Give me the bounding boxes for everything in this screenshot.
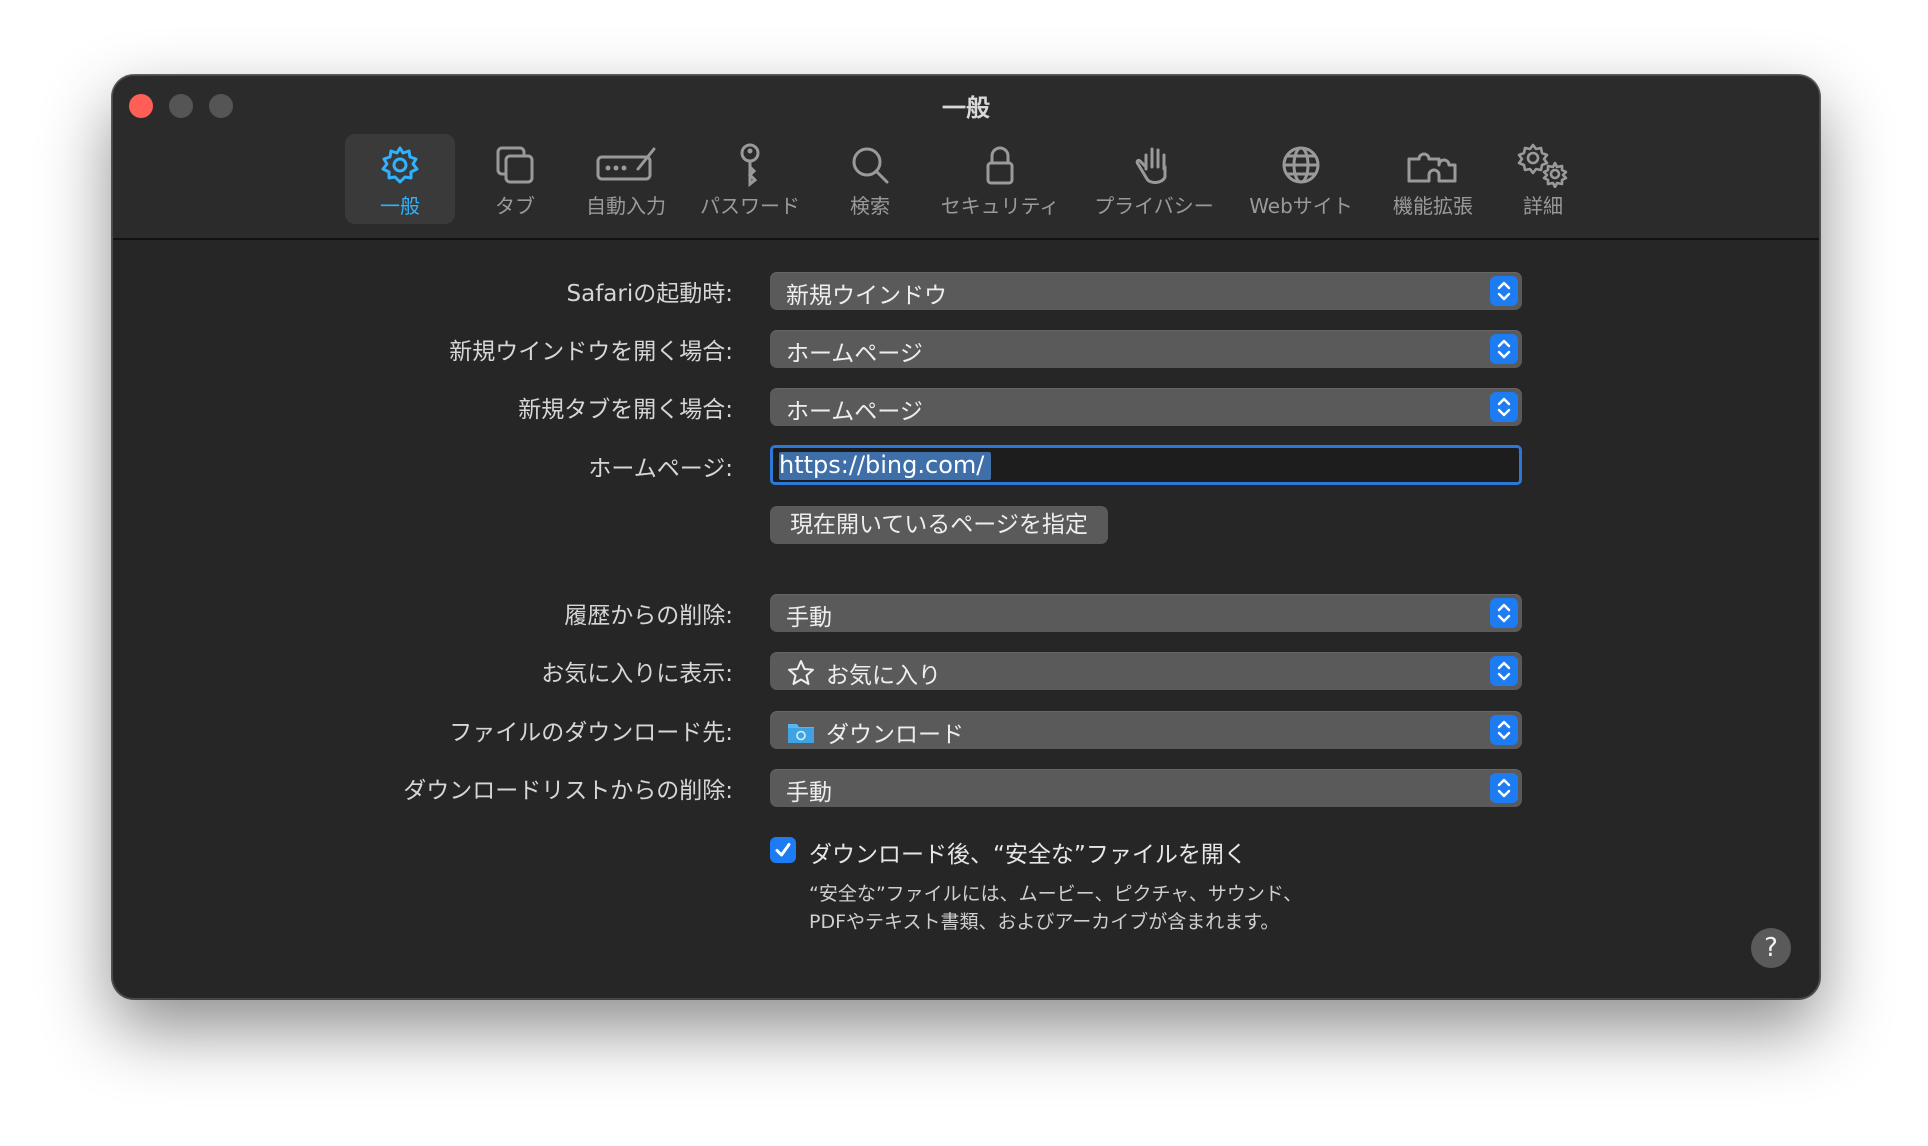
globe-icon: [1279, 142, 1323, 188]
tab-privacy-label: プライバシー: [1094, 194, 1214, 218]
tab-general[interactable]: 一般: [345, 134, 455, 224]
hand-icon: [1132, 142, 1176, 188]
download-location-value-wrap: ダウンロード: [786, 715, 964, 749]
new-window-popup[interactable]: ホームページ: [770, 330, 1522, 368]
help-button[interactable]: ?: [1751, 928, 1791, 968]
tab-websites[interactable]: Webサイト: [1241, 134, 1361, 224]
favorites-show-popup[interactable]: お気に入り: [770, 652, 1522, 690]
new-tab-popup[interactable]: ホームページ: [770, 388, 1522, 426]
download-list-remove-popup[interactable]: 手動: [770, 769, 1522, 807]
favorites-show-value-wrap: お気に入り: [786, 656, 941, 690]
chevron-updown-icon: [1490, 334, 1518, 364]
open-safe-files-label: ダウンロード後、“安全な”ファイルを開く: [809, 842, 1247, 868]
download-list-remove-value: 手動: [786, 780, 832, 806]
download-list-remove-label: ダウンロードリストからの削除:: [403, 778, 733, 804]
tabs-icon: [493, 142, 537, 188]
search-icon: [848, 142, 892, 188]
preferences-window: 一般 一般 タブ 自動入力 パスワード 検索 セキュリティ プライバシー Web…: [112, 75, 1820, 999]
tab-passwords[interactable]: パスワード: [695, 134, 805, 224]
download-location-value: ダウンロード: [826, 722, 964, 748]
tab-autofill[interactable]: 自動入力: [581, 134, 671, 224]
toolbar: 一般 一般 タブ 自動入力 パスワード 検索 セキュリティ プライバシー Web…: [113, 76, 1819, 240]
chevron-updown-icon: [1490, 392, 1518, 422]
safe-files-note: “安全な”ファイルには、ムービー、ピクチャ、サウンド、PDFやテキスト書類、およ…: [809, 883, 1303, 933]
autofill-icon: [594, 142, 658, 188]
tab-privacy[interactable]: プライバシー: [1087, 134, 1221, 224]
startup-popup[interactable]: 新規ウインドウ: [770, 272, 1522, 310]
new-tab-value: ホームページ: [786, 399, 923, 425]
tab-general-label: 一般: [380, 194, 420, 218]
tab-tabs-label: タブ: [495, 194, 535, 218]
tab-search[interactable]: 検索: [835, 134, 905, 224]
tab-extensions[interactable]: 機能拡張: [1377, 134, 1489, 224]
tab-passwords-label: パスワード: [700, 194, 800, 218]
folder-icon: [788, 724, 814, 743]
new-window-value: ホームページ: [786, 341, 923, 367]
tab-autofill-label: 自動入力: [586, 194, 666, 218]
tab-search-label: 検索: [850, 194, 890, 218]
new-window-label: 新規ウインドウを開く場合:: [449, 339, 733, 365]
tab-websites-label: Webサイト: [1249, 194, 1353, 218]
tab-extensions-label: 機能拡張: [1393, 194, 1473, 218]
history-remove-popup[interactable]: 手動: [770, 594, 1522, 632]
chevron-updown-icon: [1490, 715, 1518, 745]
history-remove-label: 履歴からの削除:: [564, 603, 733, 629]
lock-icon: [978, 142, 1022, 188]
tab-tabs[interactable]: タブ: [475, 134, 555, 224]
key-icon: [728, 142, 772, 188]
chevron-updown-icon: [1490, 656, 1518, 686]
homepage-input[interactable]: [779, 451, 1499, 479]
tab-advanced-label: 詳細: [1523, 194, 1563, 218]
star-icon: [788, 660, 814, 685]
tab-security-label: セキュリティ: [940, 194, 1060, 218]
startup-label: Safariの起動時:: [566, 281, 733, 307]
chevron-updown-icon: [1490, 598, 1518, 628]
favorites-show-value: お気に入り: [826, 663, 941, 689]
new-tab-label: 新規タブを開く場合:: [518, 397, 733, 423]
download-location-popup[interactable]: ダウンロード: [770, 711, 1522, 749]
chevron-updown-icon: [1490, 773, 1518, 803]
window-title: 一般: [942, 94, 990, 122]
tab-advanced[interactable]: 詳細: [1503, 134, 1583, 224]
homepage-field[interactable]: [770, 445, 1522, 485]
gear-icon: [378, 142, 422, 188]
startup-value: 新規ウインドウ: [786, 283, 947, 309]
open-safe-files-checkbox[interactable]: [770, 837, 796, 863]
download-location-label: ファイルのダウンロード先:: [449, 720, 733, 746]
homepage-label: ホームページ:: [588, 456, 733, 482]
general-pane: Safariの起動時: 新規ウインドウ 新規ウインドウを開く場合: ホームページ…: [113, 240, 1819, 998]
tab-security[interactable]: セキュリティ: [935, 134, 1065, 224]
chevron-updown-icon: [1490, 276, 1518, 306]
checkmark-icon: [775, 843, 791, 857]
history-remove-value: 手動: [786, 605, 832, 631]
puzzle-icon: [1403, 142, 1463, 188]
gears-icon: [1515, 142, 1571, 188]
favorites-show-label: お気に入りに表示:: [541, 661, 733, 687]
set-current-page-button[interactable]: 現在開いているページを指定: [770, 506, 1108, 544]
